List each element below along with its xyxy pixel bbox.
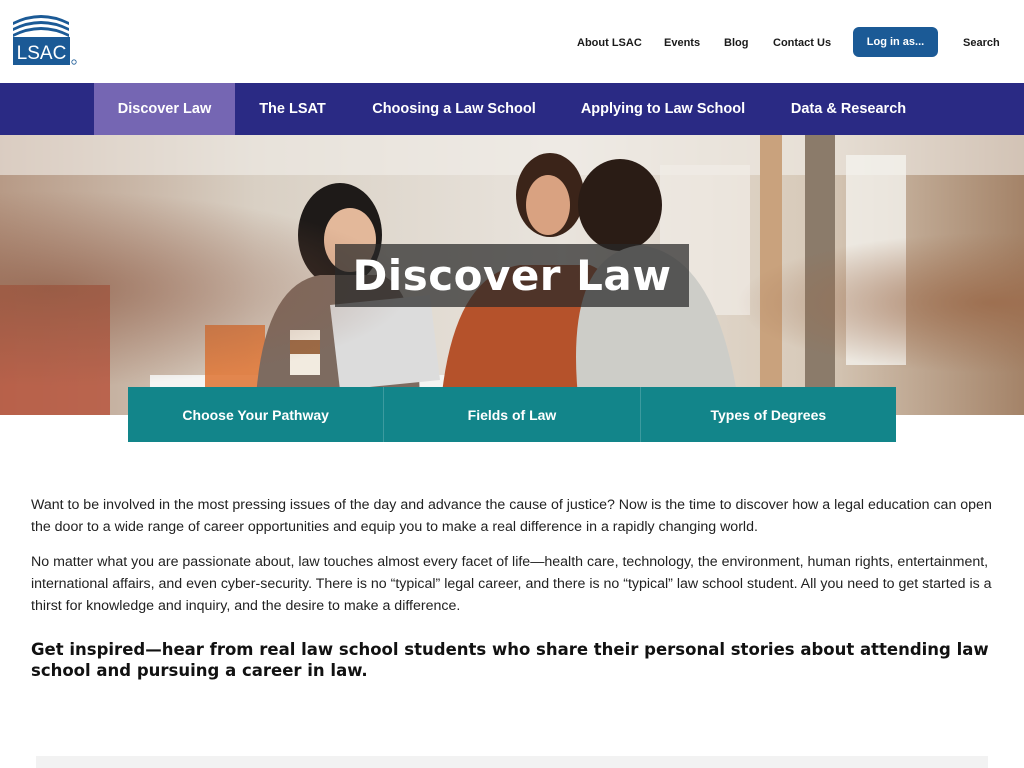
tab-fields-of-law[interactable]: Fields of Law — [384, 387, 641, 442]
tab-choose-your-pathway[interactable]: Choose Your Pathway — [128, 387, 385, 442]
login-button[interactable]: Log in as... — [853, 27, 938, 57]
contact-us-link[interactable]: Contact Us — [773, 37, 831, 49]
nav-applying-to-law-school[interactable]: Applying to Law School — [558, 83, 768, 135]
hero-banner: Discover Law — [0, 135, 1024, 415]
site-header: LSAC About LSAC Events Blog Contact Us L… — [0, 0, 1024, 83]
get-inspired-heading: Get inspired—hear from real law school s… — [31, 640, 989, 680]
nav-choosing-law-school[interactable]: Choosing a Law School — [350, 83, 558, 135]
intro-paragraph: Want to be involved in the most pressing… — [31, 497, 992, 535]
lsac-logo[interactable]: LSAC — [12, 12, 78, 66]
tab-types-of-degrees[interactable]: Types of Degrees — [641, 387, 896, 442]
passion-paragraph: No matter what you are passionate about,… — [31, 554, 992, 614]
nav-data-research[interactable]: Data & Research — [768, 83, 929, 135]
main-nav: Discover Law The LSAT Choosing a Law Sch… — [0, 83, 1024, 135]
logo-text: LSAC — [17, 43, 67, 64]
nav-discover-law[interactable]: Discover Law — [94, 83, 235, 135]
main-content: Want to be involved in the most pressing… — [31, 494, 993, 681]
nav-the-lsat[interactable]: The LSAT — [235, 83, 350, 135]
blog-link[interactable]: Blog — [724, 37, 748, 49]
hero-title-box: Discover Law — [335, 244, 689, 307]
search-link[interactable]: Search — [963, 37, 1000, 49]
about-lsac-link[interactable]: About LSAC — [577, 37, 642, 49]
video-panel — [36, 756, 988, 768]
events-link[interactable]: Events — [664, 37, 700, 49]
section-tabs: Choose Your Pathway Fields of Law Types … — [128, 387, 896, 442]
hero-title: Discover Law — [352, 251, 672, 300]
